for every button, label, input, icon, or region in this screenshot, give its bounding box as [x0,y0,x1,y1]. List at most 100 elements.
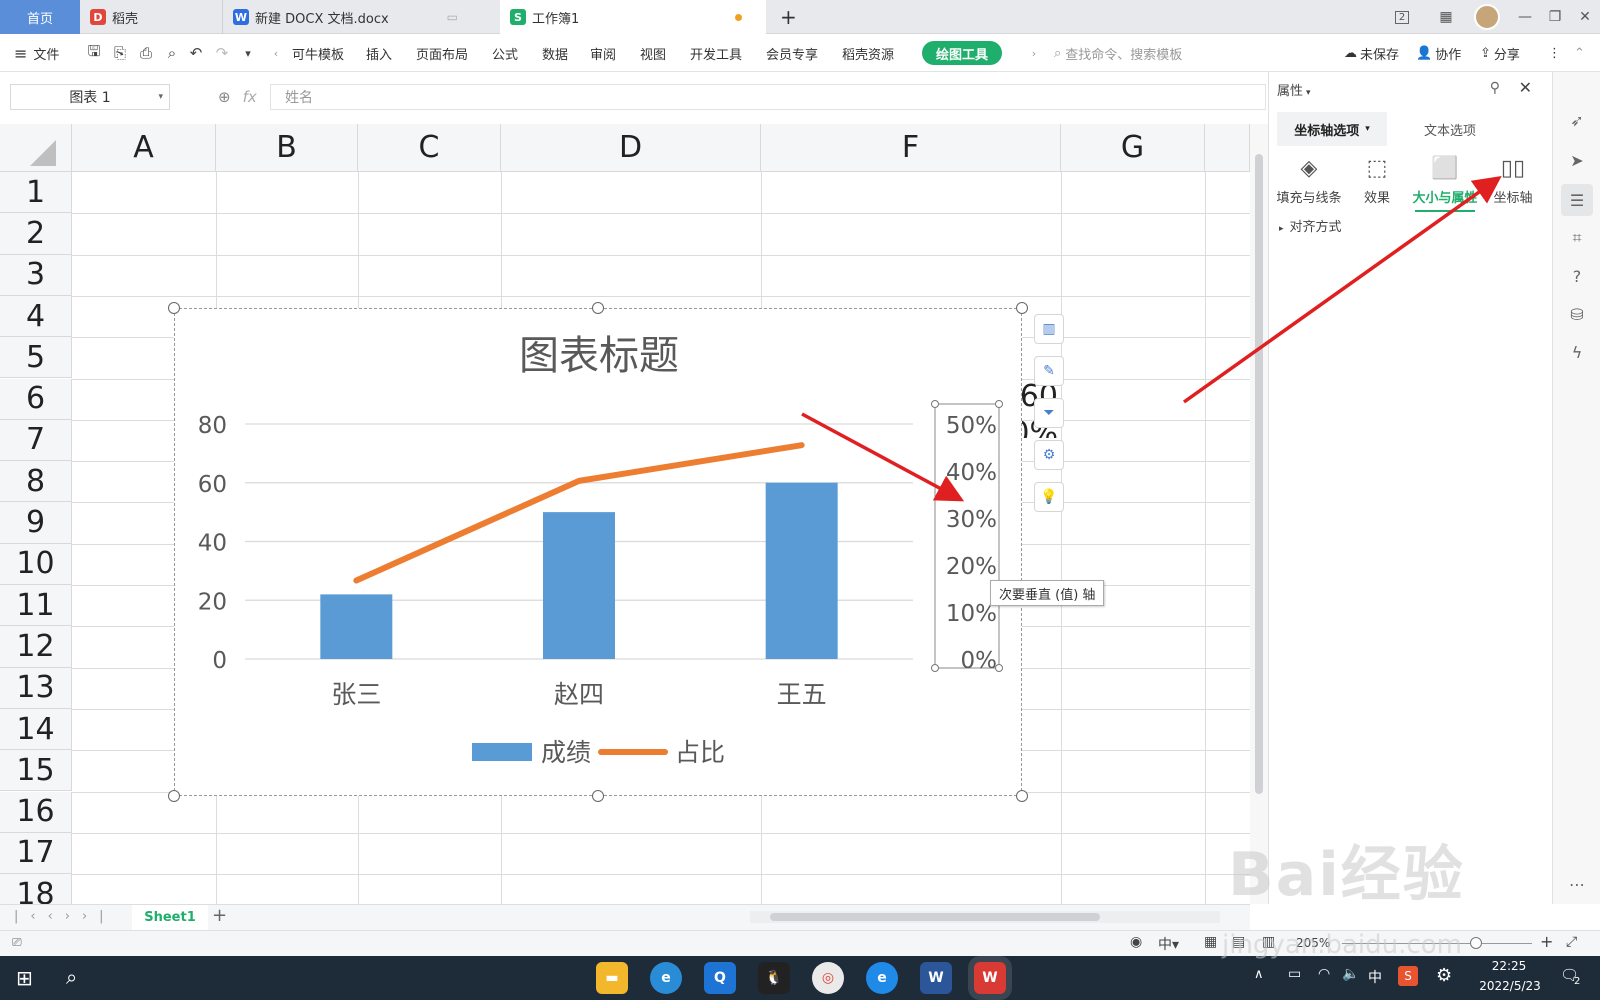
row-header-6[interactable]: 6 [0,378,72,420]
chart-object[interactable]: 图表标题 80 60 40 20 0 50% 40% 30% 20% 10% 0% 张三 赵四 王五 成绩 占比 [174,308,1022,796]
battery-icon[interactable]: ▭ [1288,966,1301,982]
qq-icon[interactable]: 🐧 [758,962,790,994]
category-axis[interactable]: ▯▯ 坐标轴 [1473,142,1553,212]
add-sheet-icon[interactable]: + [212,905,227,926]
tab-docx[interactable]: W 新建 DOCX 文档.docx ▭ [222,0,498,34]
windows-start-icon[interactable]: ⊞ [16,966,33,990]
row-header-5[interactable]: 5 [0,337,72,379]
column-header-c[interactable]: C [358,124,501,172]
properties-sliders-icon[interactable]: ☰ [1561,184,1593,216]
tab-home[interactable]: 首页 [0,0,80,34]
word-icon[interactable]: W [920,962,952,994]
row-header-3[interactable]: 3 [0,254,72,296]
macro-icon[interactable]: ⎚ [12,935,22,950]
minimize-icon[interactable]: — [1510,0,1540,34]
menu-item-docer-res[interactable]: 稻壳资源 [842,34,894,72]
more-icon[interactable]: ⋮ [1548,34,1561,72]
backup-icon[interactable]: ⛁ [1565,302,1589,326]
tab-workbook[interactable]: S 工作簿1 [500,0,766,34]
panel-title[interactable]: 属性 ▾ [1277,80,1311,99]
row-header-13[interactable]: 13 [0,667,72,709]
menu-item-page-layout[interactable]: 页面布局 [416,34,468,72]
menu-item-insert[interactable]: 插入 [366,34,392,72]
cursor-icon[interactable]: ➤ [1565,148,1589,172]
row-header-14[interactable]: 14 [0,708,72,751]
tray-up-icon[interactable]: ∧ [1254,967,1264,982]
row-header-11[interactable]: 11 [0,585,72,627]
resize-handle-sw[interactable] [168,790,180,802]
sogou-icon[interactable]: S [1398,966,1418,986]
row-header-8[interactable]: 8 [0,461,72,503]
crop-icon[interactable]: ⌗ [1565,226,1589,250]
help-icon[interactable]: ? [1565,264,1589,288]
horizontal-scrollbar[interactable] [750,911,1220,923]
row-header-15[interactable]: 15 [0,750,72,792]
formula-input[interactable]: 姓名 [270,84,1266,110]
zoom-slider-thumb[interactable] [1470,937,1482,949]
settings-gear-icon[interactable]: ⚙ [1436,965,1452,986]
browser-e-icon[interactable]: e [650,962,682,994]
resize-handle-n[interactable] [592,302,604,314]
tab-draw-tools[interactable]: 绘图工具 [922,41,1002,65]
volume-icon[interactable]: 🔈 [1342,966,1359,982]
apps-grid-icon[interactable]: ▦ [1430,0,1462,34]
chart-style-brush-icon[interactable]: ✎ [1034,356,1064,386]
h-scroll-thumb[interactable] [770,913,1100,921]
chart-elements-icon[interactable]: ▥ [1034,314,1064,344]
resize-handle-se[interactable] [1016,790,1028,802]
close-icon[interactable]: ✕ [1570,0,1600,34]
save-icon[interactable]: 🖫 [84,42,104,63]
section-alignment[interactable]: ▸ 对齐方式 [1279,216,1342,235]
eye-protect-icon[interactable]: ◉ [1130,934,1142,950]
resize-handle-s[interactable] [592,790,604,802]
column-header-f[interactable]: F [761,124,1061,172]
rocket-icon[interactable]: ➶ [1565,108,1589,132]
row-header-16[interactable]: 16 [0,791,72,833]
file-menu[interactable]: ≡ 文件 [14,34,59,72]
redo-icon[interactable]: ↷ [212,43,232,63]
menu-item-data[interactable]: 数据 [542,34,568,72]
chart-lightbulb-icon[interactable]: 💡 [1034,482,1064,512]
export-icon[interactable]: ⎘ [110,43,130,63]
column-header-d[interactable]: D [501,124,761,172]
scroll-right-icon[interactable]: › [1024,43,1044,63]
vertical-scrollbar[interactable] [1250,124,1268,904]
sheet-tab-sheet1[interactable]: Sheet1 [132,905,208,930]
more-chevron-icon[interactable]: ▾ [238,43,258,63]
zoom-in-icon[interactable]: + [1540,932,1553,951]
collapse-icon[interactable]: ⌃ [1574,34,1585,72]
name-box[interactable]: 图表 1 ▾ [10,84,170,110]
normal-view-icon[interactable]: ▦ [1204,934,1217,950]
column-header-b[interactable]: B [216,124,358,172]
column-header-a[interactable]: A [72,124,216,172]
file-explorer-icon[interactable]: ▬ [596,962,628,994]
taskbar-search-icon[interactable]: ⌕ [66,965,77,989]
restore-icon[interactable]: ❐ [1540,0,1570,34]
quick-app-icon[interactable]: Q [704,962,736,994]
fx-icon[interactable]: fx [243,88,257,106]
row-header-18[interactable]: 18 [0,874,72,904]
row-header-10[interactable]: 10 [0,543,72,585]
resize-handle-nw[interactable] [168,302,180,314]
select-all-corner[interactable] [0,124,72,172]
panel-close-icon[interactable]: ✕ [1519,78,1532,97]
print-icon[interactable]: ⎙ [136,43,156,63]
search-box[interactable]: ⌕ 查找命令、搜索模板 [1054,34,1182,72]
chrome-icon[interactable]: ◎ [812,962,844,994]
menu-item-view[interactable]: 视图 [640,34,666,72]
bolt-icon[interactable]: ϟ [1565,340,1589,364]
wifi-icon[interactable]: ◠ [1318,966,1330,982]
menu-item-dev-tools[interactable]: 开发工具 [690,34,742,72]
tab-docer[interactable]: D 稻壳 [80,0,220,34]
wps-icon[interactable]: W [974,962,1006,994]
ime-indicator[interactable]: 中 [1368,967,1382,987]
tab-axis-options[interactable]: 坐标轴选项 ▾ [1277,112,1387,146]
pin-icon[interactable]: ⚲ [1490,80,1500,96]
menu-item-template[interactable]: 可牛模板 [292,34,344,72]
menu-item-review[interactable]: 审阅 [590,34,616,72]
zoom-icon[interactable]: ⊕ [218,88,231,106]
fullscreen-icon[interactable]: ⤢ [1566,934,1577,950]
collab-button[interactable]: 👤 协作 [1416,34,1461,72]
row-header-9[interactable]: 9 [0,502,72,544]
layout-icon[interactable]: 2 [1386,0,1418,34]
